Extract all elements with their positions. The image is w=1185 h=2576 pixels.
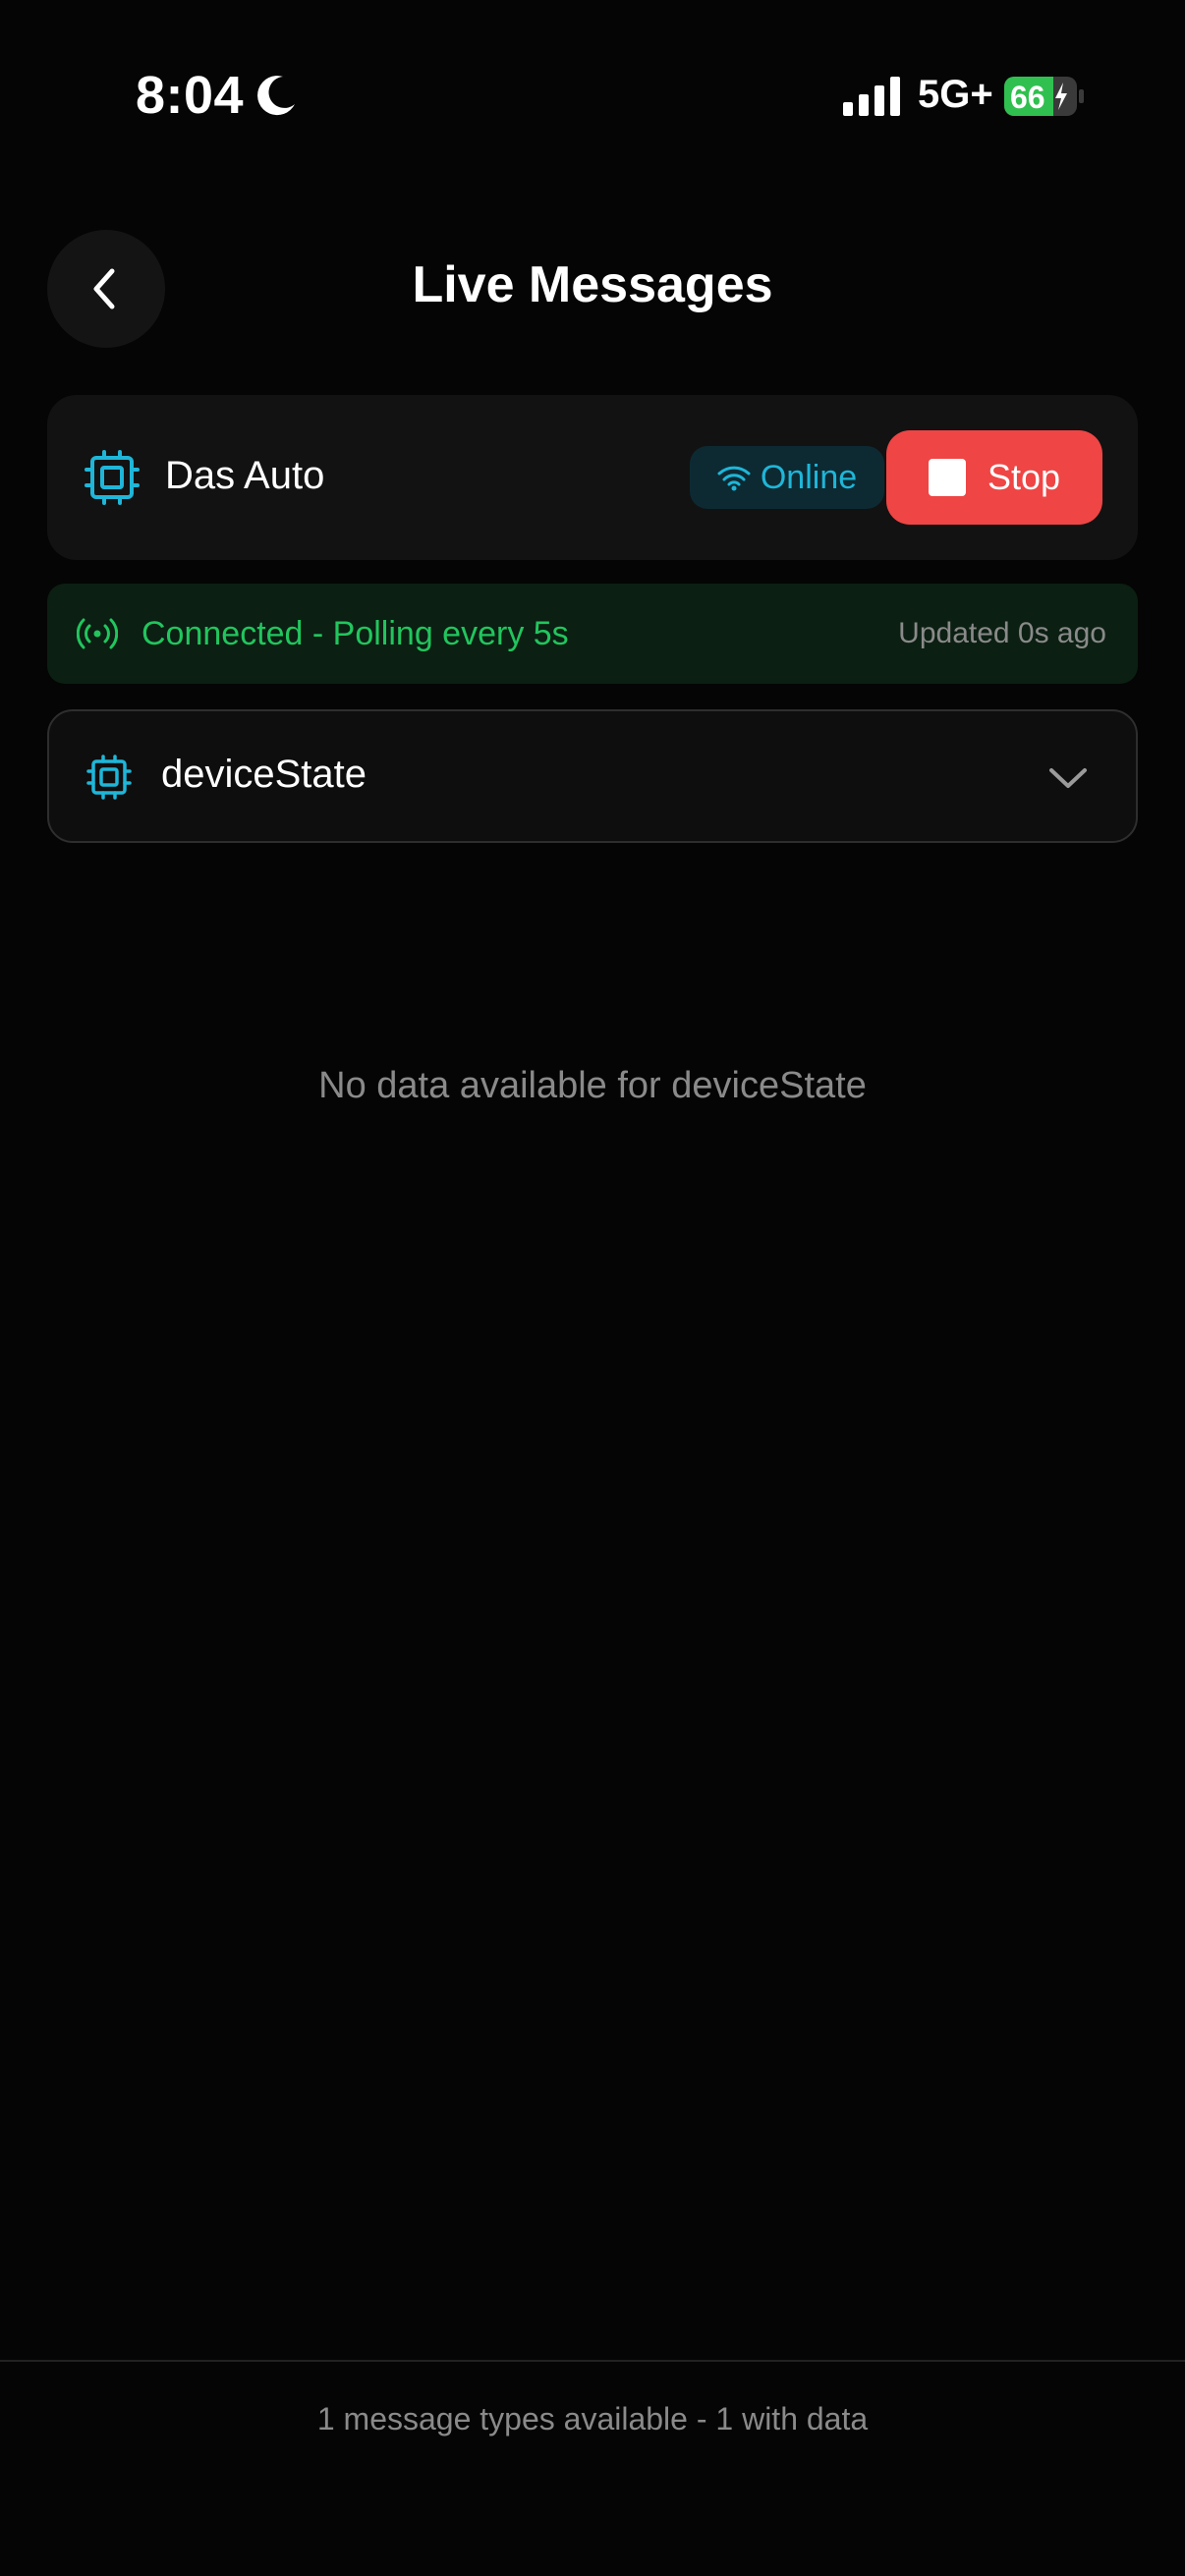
status-time: 8:04 — [136, 66, 245, 125]
antenna-icon — [77, 618, 118, 649]
signal-icon — [843, 77, 900, 116]
status-badge: Online — [690, 446, 884, 509]
stop-button[interactable]: Stop — [886, 430, 1102, 525]
network-type: 5G+ — [918, 73, 993, 116]
stop-icon — [928, 459, 966, 496]
selected-message-type: deviceState — [161, 753, 367, 796]
last-updated: Updated 0s ago — [898, 617, 1106, 649]
stop-label: Stop — [987, 457, 1061, 497]
moon-icon — [257, 76, 295, 116]
empty-state-message: No data available for deviceState — [318, 1065, 867, 1106]
footer-summary: 1 message types available - 1 with data — [316, 2401, 869, 2436]
footer-divider — [0, 2360, 1185, 2362]
connection-status: Connected - Polling every 5s — [141, 615, 569, 652]
chevron-down-icon — [1049, 768, 1087, 788]
chip-icon — [86, 755, 132, 800]
status-label: Online — [760, 458, 858, 496]
battery-level: 66 — [1010, 80, 1045, 115]
battery-charging-icon: 66 — [1004, 77, 1085, 116]
page-title: Live Messages — [412, 256, 773, 313]
wifi-icon — [717, 466, 751, 491]
device-name: Das Auto — [165, 454, 325, 497]
chip-icon — [85, 450, 140, 505]
